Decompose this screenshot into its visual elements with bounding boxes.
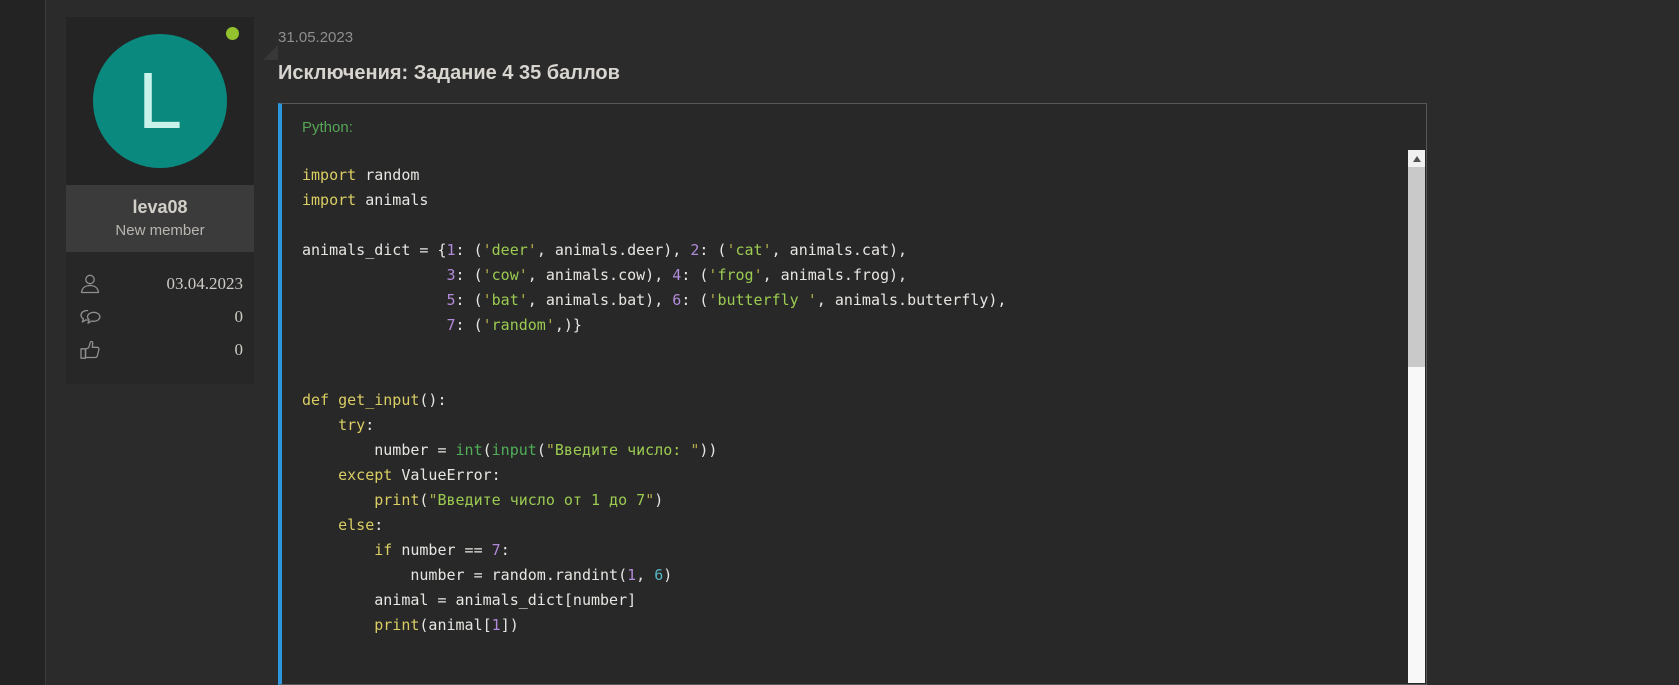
- code-line: print("Введите число от 1 до 7"): [302, 488, 1386, 513]
- avatar-section: L: [66, 17, 254, 185]
- user-role: New member: [70, 222, 250, 239]
- user-stats: 03.04.2023 0 0: [66, 252, 254, 384]
- messages-icon: [77, 304, 103, 330]
- code-scroll-area[interactable]: import randomimport animals animals_dict…: [282, 150, 1426, 684]
- post-bubble-tail: [263, 45, 278, 60]
- stat-row: 03.04.2023: [77, 267, 243, 300]
- code-line: animal = animals_dict[number]: [302, 588, 1386, 613]
- post: 31.05.2023 Исключения: Задание 4 35 балл…: [278, 0, 1427, 685]
- code-block-header: Python:: [282, 104, 1426, 137]
- code-line: print(animal[1]): [302, 613, 1386, 638]
- code-line: import random: [302, 163, 1386, 188]
- user-name-block: leva08 New member: [66, 185, 254, 252]
- likes-icon: [77, 337, 103, 363]
- arrow-up-icon: [1413, 156, 1421, 162]
- code-line: number = random.randint(1, 6): [302, 563, 1386, 588]
- stat-value: 03.04.2023: [167, 274, 244, 294]
- code-line: import animals: [302, 188, 1386, 213]
- user-card: L leva08 New member 03.04.2023 0 0: [66, 17, 254, 384]
- post-title: Исключения: Задание 4 35 баллов: [278, 62, 620, 85]
- code-block: Python: import randomimport animals anim…: [278, 103, 1427, 685]
- code-line: 5: ('bat', animals.bat), 6: ('butterfly …: [302, 288, 1386, 313]
- code-line: [302, 338, 1386, 363]
- stat-value: 0: [235, 307, 244, 327]
- code-line: [302, 363, 1386, 388]
- user-icon: [77, 271, 103, 297]
- code-content: import randomimport animals animals_dict…: [302, 163, 1386, 638]
- code-line: def get_input():: [302, 388, 1386, 413]
- scrollbar-thumb[interactable]: [1408, 167, 1425, 367]
- code-scrollbar[interactable]: [1408, 150, 1425, 683]
- code-line: if number == 7:: [302, 538, 1386, 563]
- page-left-gutter: [0, 0, 46, 685]
- code-language-label: Python:: [302, 119, 353, 136]
- code-line: try:: [302, 413, 1386, 438]
- online-indicator-icon: [226, 27, 239, 40]
- code-line: else:: [302, 513, 1386, 538]
- avatar[interactable]: L: [93, 34, 227, 168]
- stat-row: 0: [77, 300, 243, 333]
- code-line: 3: ('cow', animals.cow), 4: ('frog', ani…: [302, 263, 1386, 288]
- code-line: number = int(input("Введите число: ")): [302, 438, 1386, 463]
- stat-value: 0: [235, 340, 244, 360]
- post-date: 31.05.2023: [278, 29, 353, 46]
- scrollbar-up-button[interactable]: [1408, 150, 1425, 167]
- code-line: animals_dict = {1: ('deer', animals.deer…: [302, 238, 1386, 263]
- code-line: [302, 213, 1386, 238]
- username-link[interactable]: leva08: [70, 197, 250, 218]
- code-line: 7: ('random',)}: [302, 313, 1386, 338]
- code-line: except ValueError:: [302, 463, 1386, 488]
- stat-row: 0: [77, 333, 243, 366]
